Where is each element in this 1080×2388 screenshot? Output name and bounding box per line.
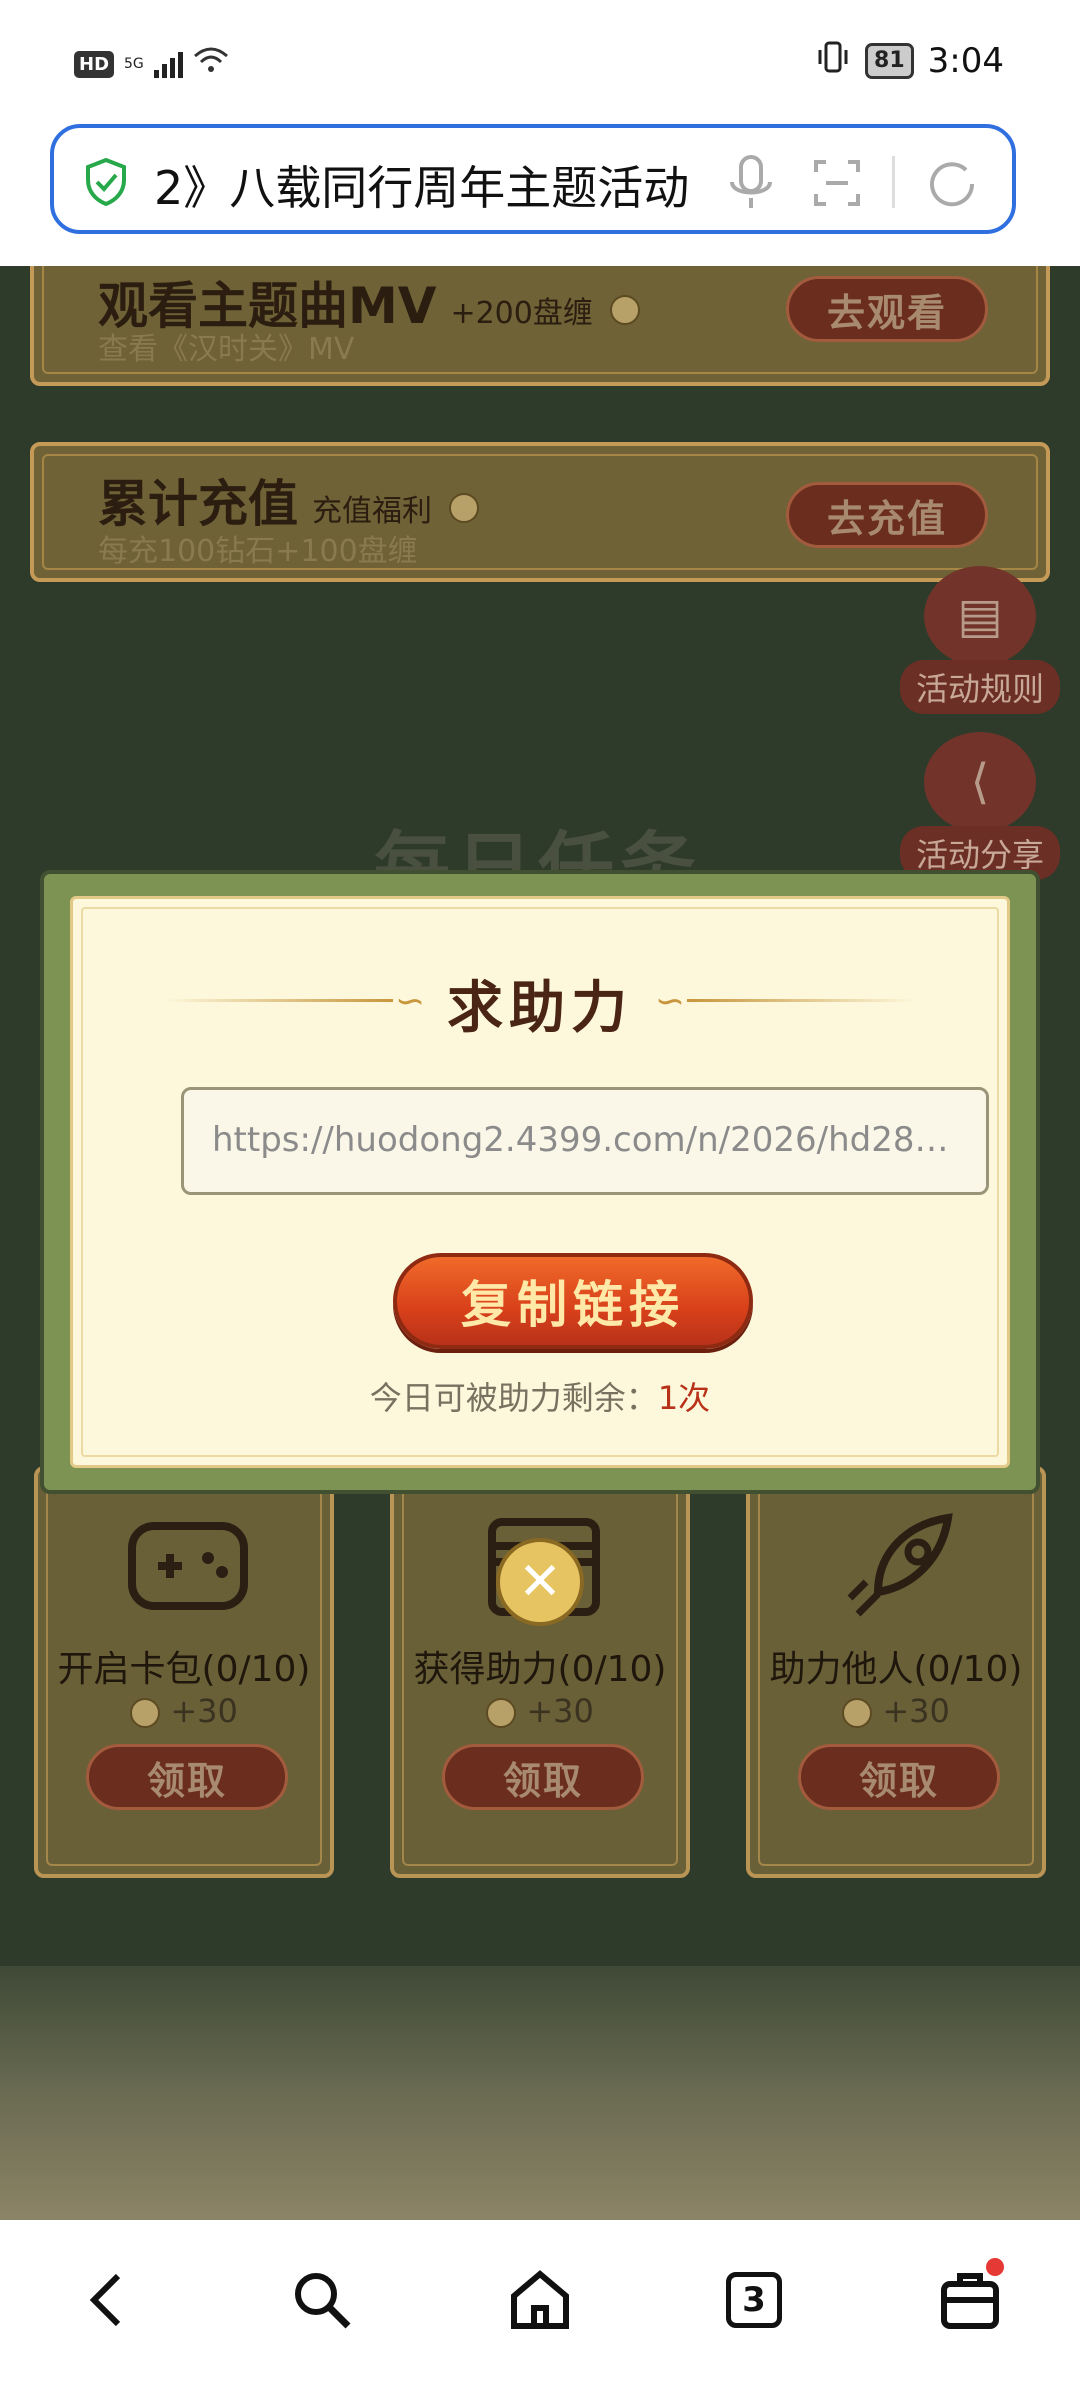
tabs-icon[interactable]: 3 xyxy=(714,2260,794,2340)
close-icon[interactable]: ✕ xyxy=(496,1538,584,1626)
rules-side-button[interactable]: ▤ 活动规则 xyxy=(900,566,1060,714)
share-link-text[interactable]: https://huodong2.4399.com/n/2026/hd28zn/… xyxy=(212,1120,966,1160)
divider xyxy=(892,156,895,208)
coin-icon xyxy=(130,1698,161,1728)
status-right: 81 3:04 xyxy=(815,40,1004,82)
task-points: +30 xyxy=(394,1692,686,1730)
document-icon: ▤ xyxy=(924,566,1036,666)
share-side-button[interactable]: ⟨ 活动分享 xyxy=(900,732,1060,880)
back-icon[interactable] xyxy=(66,2260,146,2340)
scan-icon[interactable] xyxy=(812,158,862,208)
page-footer-art xyxy=(0,1966,1080,2220)
recharge-task-subtitle: 每充100钻石+100盘缠 xyxy=(98,534,418,569)
home-icon[interactable] xyxy=(500,2260,580,2340)
reload-icon[interactable] xyxy=(926,158,978,210)
recharge-button[interactable]: 去充值 xyxy=(786,482,988,548)
claim-button[interactable]: 领取 xyxy=(798,1744,1000,1810)
network-type: 5G xyxy=(124,56,144,72)
notification-dot xyxy=(986,2258,1004,2276)
share-link-field[interactable]: https://huodong2.4399.com/n/2026/hd28zn/… xyxy=(181,1087,989,1195)
task-card-open-pack: 开启卡包(0/10) +30 领取 xyxy=(34,1466,334,1878)
status-left: HD 5G xyxy=(74,46,229,82)
task-name: 获得助力(0/10) xyxy=(413,1649,667,1690)
swirl-ornament-icon: ∽ xyxy=(654,981,685,1022)
copy-link-button[interactable]: 复制链接 xyxy=(393,1253,753,1349)
task-card-get-help: 获得助力(0/10) +30 领取 xyxy=(390,1466,690,1878)
coin-icon xyxy=(610,294,641,325)
share-icon: ⟨ xyxy=(924,732,1036,832)
claim-button[interactable]: 领取 xyxy=(442,1744,644,1810)
watch-button[interactable]: 去观看 xyxy=(786,276,988,342)
browser-bottom-nav: 3 xyxy=(0,2220,1080,2388)
search-icon[interactable] xyxy=(282,2260,362,2340)
title-decoration-right xyxy=(687,999,917,1002)
menu-bag-icon[interactable] xyxy=(930,2258,1010,2340)
gamepad-icon xyxy=(128,1522,248,1610)
wifi-icon xyxy=(193,46,229,82)
task-name: 助力他人(0/10) xyxy=(769,1649,1023,1690)
recharge-task-reward: 充值福利 xyxy=(312,494,432,529)
battery-indicator: 81 xyxy=(865,43,914,79)
page-title[interactable]: 2》八载同行周年主题活动 xyxy=(154,152,689,218)
modal-title: 求助力 xyxy=(447,976,633,1041)
rocket-icon xyxy=(847,1513,953,1617)
modal-panel: ∽ 求助力 ∽ https://huodong2.4399.com/n/2026… xyxy=(70,896,1010,1468)
address-bar[interactable]: 2》八载同行周年主题活动 xyxy=(50,124,1016,234)
microphone-icon[interactable] xyxy=(726,154,776,212)
claim-button[interactable]: 领取 xyxy=(86,1744,288,1810)
vibrate-icon xyxy=(815,40,851,82)
task-points: +30 xyxy=(38,1692,330,1730)
remaining-help-count: 今日可被助力剩余：1次 xyxy=(369,1379,711,1417)
shield-check-icon xyxy=(86,158,126,206)
recharge-task-card: 累计充值 充值福利 每充100钻石+100盘缠 去充值 xyxy=(30,442,1050,582)
task-name: 开启卡包(0/10) xyxy=(57,1649,311,1690)
status-bar: HD 5G 81 3:04 xyxy=(0,0,1080,125)
help-request-modal: ∽ 求助力 ∽ https://huodong2.4399.com/n/2026… xyxy=(40,870,1040,1494)
mv-task-subtitle: 查看《汉时关》MV xyxy=(98,332,355,367)
coin-icon xyxy=(449,492,480,523)
mv-task-reward: +200盘缠 xyxy=(450,296,593,331)
mv-task-card: 观看主题曲MV +200盘缠 查看《汉时关》MV 去观看 xyxy=(30,266,1050,386)
signal-icon xyxy=(153,50,183,78)
task-card-help-others: 助力他人(0/10) +30 领取 xyxy=(746,1466,1046,1878)
coin-icon xyxy=(842,1698,873,1728)
coin-icon xyxy=(486,1698,517,1728)
rules-label: 活动规则 xyxy=(900,660,1060,714)
hd-badge: HD xyxy=(74,50,115,78)
tab-count: 3 xyxy=(726,2272,782,2328)
clock: 3:04 xyxy=(927,41,1004,81)
task-points: +30 xyxy=(750,1692,1042,1730)
